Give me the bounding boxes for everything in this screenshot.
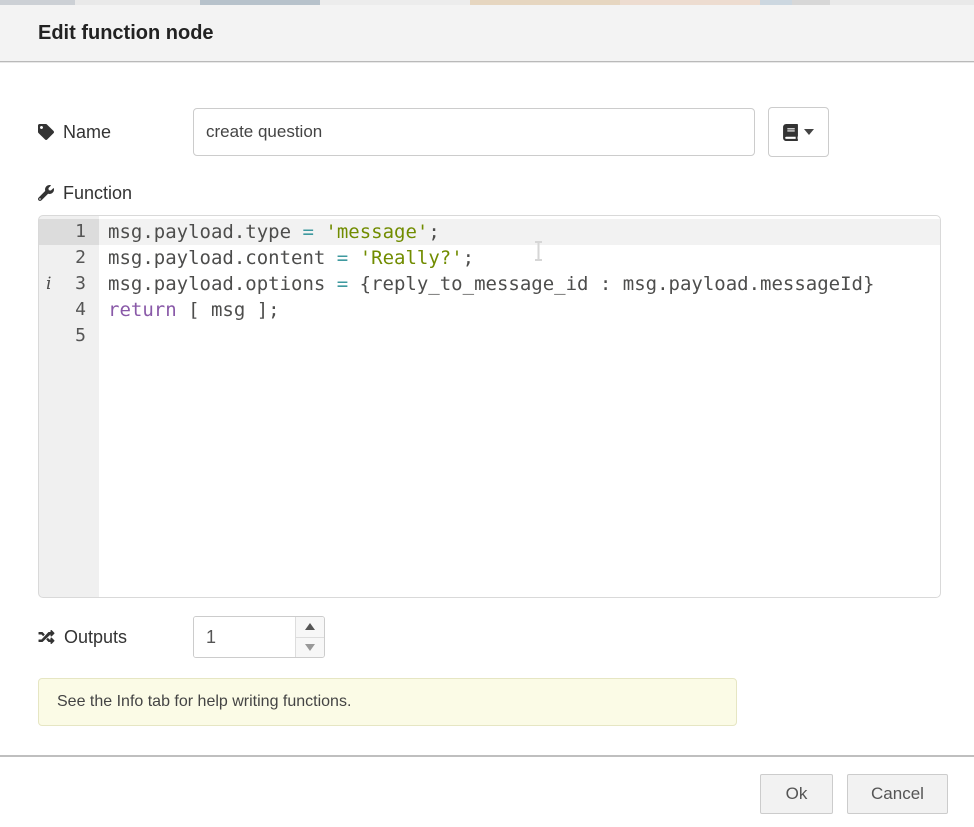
- outputs-label-text: Outputs: [64, 627, 127, 648]
- dialog-header: Edit function node: [0, 5, 974, 62]
- ok-button[interactable]: Ok: [760, 774, 833, 814]
- arrow-up-icon: [305, 623, 315, 630]
- spinner-down-button[interactable]: [296, 638, 324, 658]
- info-tip: See the Info tab for help writing functi…: [38, 678, 737, 726]
- function-label: Function: [38, 183, 193, 204]
- arrow-down-icon: [305, 644, 315, 651]
- code-line-text: return [ msg ];: [99, 297, 940, 323]
- library-button[interactable]: [768, 107, 829, 157]
- code-line[interactable]: 2msg.payload.content = 'Really?';: [39, 245, 940, 271]
- dialog-footer: Ok Cancel: [0, 755, 974, 814]
- name-row: Name: [38, 107, 941, 157]
- line-number: 5: [39, 323, 99, 349]
- name-label: Name: [38, 122, 193, 143]
- wrench-icon: [38, 185, 54, 201]
- outputs-label: Outputs: [38, 627, 193, 648]
- code-line-text: msg.payload.options = {reply_to_message_…: [99, 271, 940, 297]
- name-input[interactable]: [193, 108, 755, 156]
- line-number: 4: [39, 297, 99, 323]
- code-line-text: msg.payload.type = 'message';: [99, 219, 940, 245]
- code-line-text: msg.payload.content = 'Really?';: [99, 245, 940, 271]
- outputs-row: Outputs: [38, 616, 941, 658]
- line-number: 2: [39, 245, 99, 271]
- edit-function-node-dialog: Edit function node Name Function 1msg.pa…: [0, 0, 974, 827]
- function-code-editor[interactable]: 1msg.payload.type = 'message';2msg.paylo…: [38, 215, 941, 598]
- code-line[interactable]: 4return [ msg ];: [39, 297, 940, 323]
- cancel-button[interactable]: Cancel: [847, 774, 948, 814]
- dialog-body: Name Function 1msg.payload.type = 'messa…: [0, 107, 974, 726]
- outputs-spinner: [193, 616, 325, 658]
- dialog-title: Edit function node: [38, 22, 214, 45]
- code-line[interactable]: 5: [39, 323, 940, 349]
- outputs-input[interactable]: [194, 617, 295, 657]
- function-row: Function: [38, 179, 941, 207]
- spinner-buttons: [295, 617, 324, 657]
- function-label-text: Function: [63, 183, 132, 204]
- ibeam-mouse-cursor: [533, 241, 544, 261]
- info-tip-text: See the Info tab for help writing functi…: [57, 693, 351, 710]
- code-lines: 1msg.payload.type = 'message';2msg.paylo…: [39, 216, 940, 349]
- info-annotation-icon: i: [46, 271, 51, 297]
- caret-down-icon: [804, 129, 814, 135]
- code-line[interactable]: 1msg.payload.type = 'message';: [39, 219, 940, 245]
- tag-icon: [38, 124, 54, 140]
- line-number: 1: [39, 219, 99, 245]
- book-icon: [783, 124, 798, 141]
- line-number: 3i: [39, 271, 99, 297]
- code-line[interactable]: 3imsg.payload.options = {reply_to_messag…: [39, 271, 940, 297]
- shuffle-icon: [38, 629, 55, 645]
- spinner-up-button[interactable]: [296, 617, 324, 638]
- name-label-text: Name: [63, 122, 111, 143]
- code-line-text: [99, 323, 940, 349]
